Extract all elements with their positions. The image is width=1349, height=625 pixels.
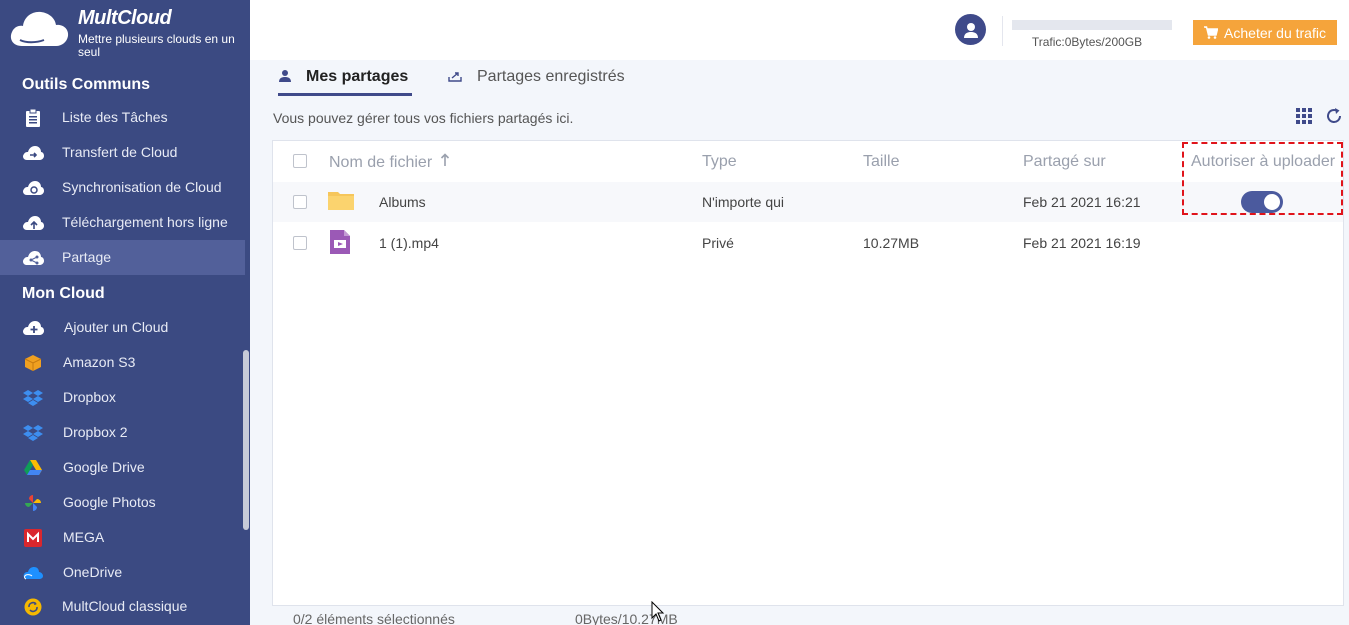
page-description: Vous pouvez gérer tous vos fichiers part… [273,110,574,126]
sidebar-item-cloud-sync[interactable]: Synchronisation de Cloud [0,170,245,205]
cloud-upload-icon [22,213,44,233]
multcloud-classic-icon [22,597,44,617]
tab-label: Mes partages [306,68,409,85]
buy-traffic-label: Acheter du trafic [1224,24,1326,41]
tab-saved-shares[interactable]: Partages enregistrés [448,66,638,96]
dropbox-icon [22,388,44,408]
table-row[interactable]: 1 (1).mp4 Privé 10.27MB Feb 21 2021 16:1… [273,223,1343,263]
sidebar-item-label: MEGA [63,529,105,545]
traffic-progress-bar [1012,20,1172,30]
sidebar-item-google-drive[interactable]: Google Drive [0,450,245,485]
sidebar-item-amazon-s3[interactable]: Amazon S3 [0,345,245,380]
sidebar-item-label: MultCloud classique [62,598,188,614]
top-header: Trafic:0Bytes/200GB Acheter du trafic [250,0,1349,60]
sidebar: MultCloud Mettre plusieurs clouds en un … [0,0,250,625]
google-drive-icon [22,458,44,478]
file-name[interactable]: 1 (1).mp4 [379,235,439,251]
multcloud-logo-icon [10,11,69,46]
logo[interactable]: MultCloud Mettre plusieurs clouds en un … [0,0,250,62]
sidebar-item-mega[interactable]: MEGA [0,520,245,555]
add-cloud-icon [22,318,44,338]
brand-tagline: Mettre plusieurs clouds en un seul [78,32,235,59]
select-all-checkbox[interactable] [293,154,307,168]
dropbox-icon [22,423,44,443]
mega-icon [22,528,44,548]
sidebar-item-offline-download[interactable]: Téléchargement hors ligne [0,205,245,240]
sidebar-item-label: Google Photos [63,494,156,510]
grid-view-icon[interactable] [1296,108,1312,127]
cart-icon [1204,26,1219,39]
sidebar-item-label: Liste des Tâches [62,109,168,125]
tab-my-shares[interactable]: Mes partages [278,66,412,96]
file-size: 10.27MB [863,235,920,251]
shared-date: Feb 21 2021 16:21 [1023,194,1141,210]
refresh-icon[interactable] [1325,107,1343,128]
amazon-s3-icon [22,353,44,373]
onedrive-icon [22,563,44,583]
mouse-cursor-icon [651,601,665,622]
sidebar-item-sharing[interactable]: Partage [0,240,245,275]
selection-count: 0/2 éléments sélectionnés [293,611,455,625]
shared-date: Feb 21 2021 16:19 [1023,235,1141,251]
video-file-icon [330,230,350,254]
sidebar-item-label: Synchronisation de Cloud [62,179,222,195]
share-type: N'importe qui [702,194,785,210]
sidebar-item-label: Téléchargement hors ligne [62,214,228,230]
sidebar-item-task-list[interactable]: Liste des Tâches [0,100,245,135]
brand-name: MultCloud [78,7,172,29]
sidebar-item-label: Transfert de Cloud [62,144,178,160]
google-photos-icon [22,493,44,513]
sidebar-item-dropbox-2[interactable]: Dropbox 2 [0,415,245,450]
cloud-transfer-icon [22,143,44,163]
row-checkbox[interactable] [293,236,307,250]
column-header-label: Nom de fichier [329,154,433,171]
sidebar-item-label: Amazon S3 [63,354,136,370]
buy-traffic-button[interactable]: Acheter du trafic [1193,20,1337,45]
sort-ascending-icon [440,153,449,166]
traffic-usage-text: Trafic:0Bytes/200GB [1031,35,1143,49]
file-name[interactable]: Albums [379,194,426,210]
cloud-share-icon [22,248,44,268]
section-title-tools: Outils Communs [22,76,151,93]
sidebar-item-label: Ajouter un Cloud [64,319,169,335]
section-title-clouds: Mon Cloud [22,285,105,302]
saved-share-icon [448,72,462,82]
row-checkbox[interactable] [293,195,307,209]
column-header-type[interactable]: Type [702,153,737,171]
column-header-size[interactable]: Taille [863,153,899,171]
sidebar-item-google-photos[interactable]: Google Photos [0,485,245,520]
tab-label: Partages enregistrés [477,68,625,85]
user-avatar-button[interactable] [955,14,986,45]
sidebar-item-label: Dropbox [63,389,116,405]
user-icon [963,22,978,38]
folder-icon [328,192,354,210]
highlight-box [1182,142,1343,215]
sidebar-item-add-cloud[interactable]: Ajouter un Cloud [0,310,245,345]
column-header-shared-on[interactable]: Partagé sur [1023,153,1106,171]
header-divider [1002,16,1003,46]
user-icon [279,70,291,82]
cloud-sync-icon [22,178,44,198]
sidebar-item-onedrive[interactable]: OneDrive [0,555,245,590]
sidebar-item-label: Google Drive [63,459,145,475]
column-header-name[interactable]: Nom de fichier [329,153,450,172]
sidebar-scrollbar[interactable] [243,350,249,530]
clipboard-icon [22,108,44,128]
sidebar-item-label: Dropbox 2 [63,424,128,440]
sidebar-item-label: OneDrive [63,564,123,580]
sidebar-item-label: Partage [62,249,112,265]
sidebar-item-cloud-transfer[interactable]: Transfert de Cloud [0,135,245,170]
sidebar-item-dropbox[interactable]: Dropbox [0,380,245,415]
sidebar-item-multcloud-classic[interactable]: MultCloud classique [0,589,245,624]
share-type: Privé [702,235,734,251]
